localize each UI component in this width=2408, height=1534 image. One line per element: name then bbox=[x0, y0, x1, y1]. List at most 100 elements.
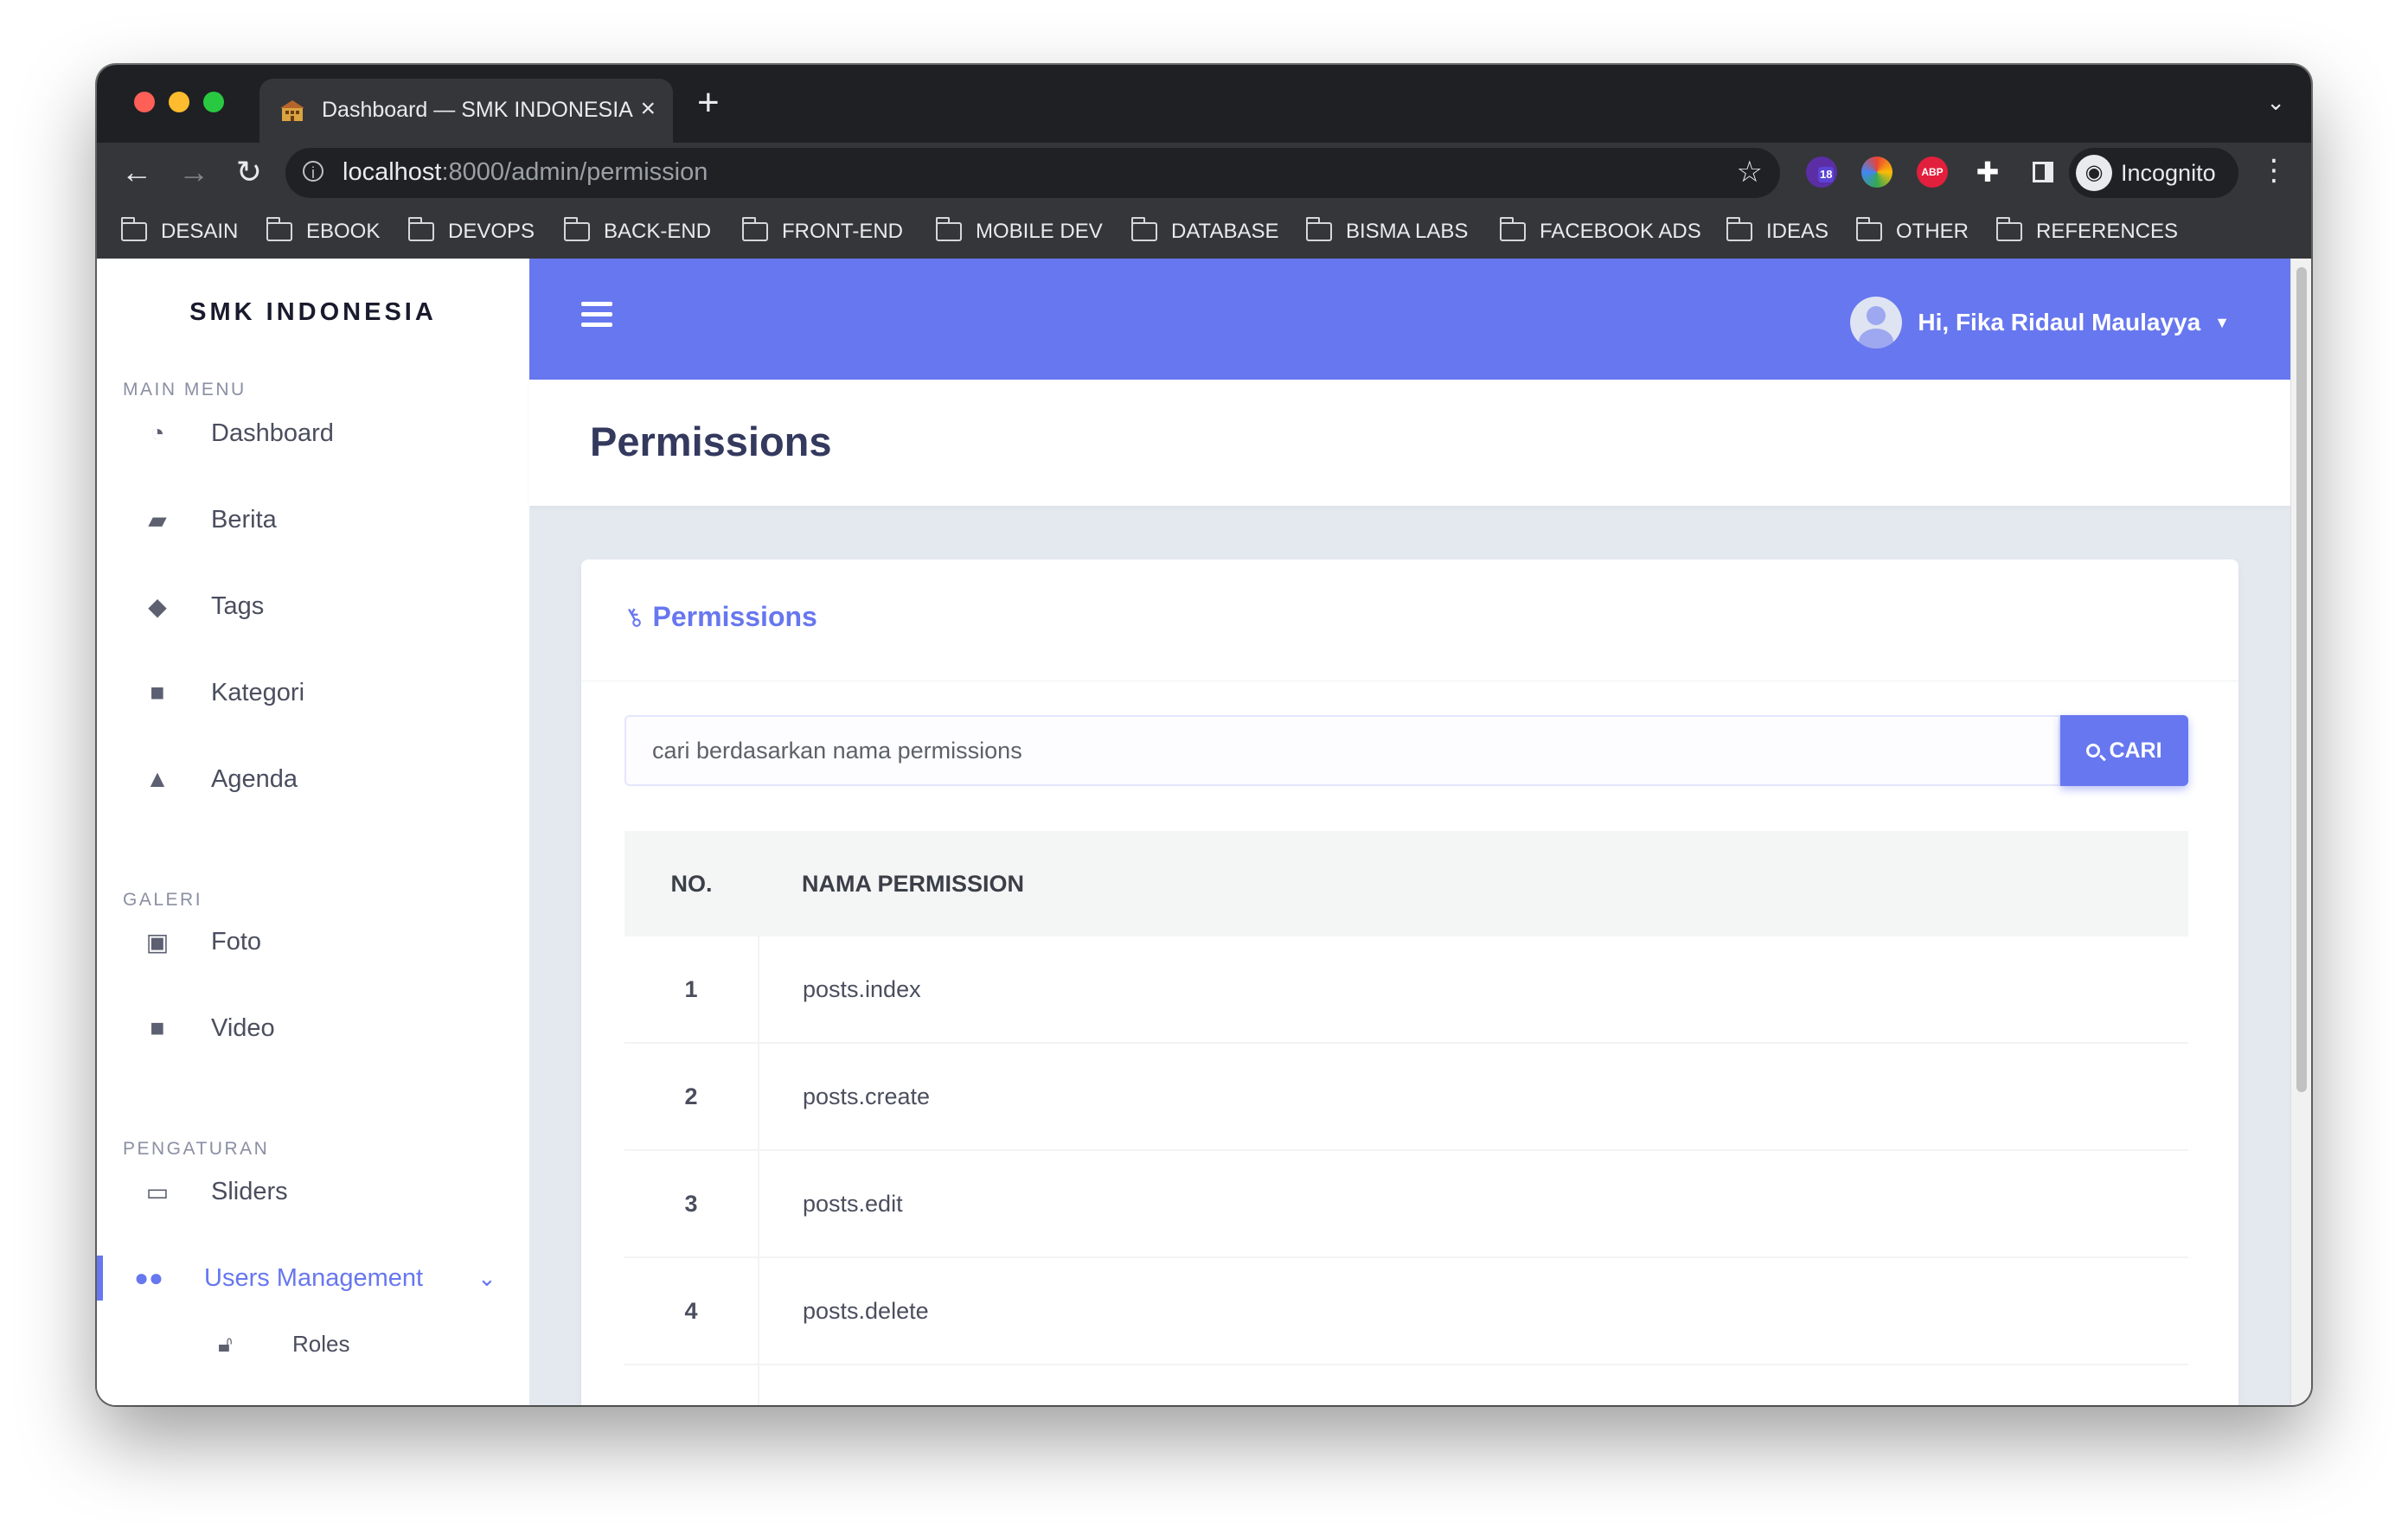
chevron-down-icon[interactable]: ⌄ bbox=[477, 1265, 496, 1292]
sidebar-item-foto[interactable]: ▣ Foto bbox=[97, 907, 529, 976]
tags-icon: ◆ bbox=[148, 592, 167, 620]
bookmark-folder[interactable]: MOBILE DEV bbox=[935, 217, 1103, 245]
url-text[interactable]: localhost:8000/admin/permission bbox=[343, 158, 708, 187]
folder-icon bbox=[741, 217, 768, 241]
bookmark-label: DESAIN bbox=[161, 220, 239, 243]
sidebar-item-label: Sliders bbox=[211, 1177, 288, 1205]
bookmark-folder[interactable]: OTHER bbox=[1855, 217, 1969, 245]
bookmark-folder[interactable]: BISMA LABS bbox=[1305, 217, 1469, 245]
sidebar-subitem-roles[interactable]: 🔓︎ Roles bbox=[97, 1320, 529, 1369]
adblock-plus-icon[interactable]: ABP bbox=[1917, 157, 1948, 188]
sidebar-item-tags[interactable]: ◆ Tags bbox=[97, 572, 529, 641]
active-indicator bbox=[97, 1256, 103, 1301]
section-label-main-menu: MAIN MENU bbox=[123, 380, 247, 399]
permissions-card: ⚷ Permissions CARI NO. NAMA PERMISSION bbox=[581, 559, 2238, 1405]
browser-titlebar: Dashboard — SMK INDONESIA × + ⌄ bbox=[97, 65, 2311, 143]
permissions-table: NO. NAMA PERMISSION 1 posts.index 2 post… bbox=[624, 831, 2188, 1405]
page-scrollbar[interactable] bbox=[2290, 259, 2311, 1405]
search-input[interactable] bbox=[624, 715, 2060, 786]
side-panel-icon[interactable] bbox=[2027, 157, 2059, 188]
folder-icon bbox=[1305, 217, 1332, 241]
top-navbar: Hi, Fika Ridaul Maulayya ▼ bbox=[529, 259, 2290, 380]
user-dropdown[interactable]: Hi, Fika Ridaul Maulayya ▼ bbox=[1850, 297, 2230, 348]
bookmark-label: OTHER bbox=[1896, 220, 1969, 243]
bookmark-folder[interactable]: DESAIN bbox=[120, 217, 239, 245]
bookmark-folder[interactable]: REFERENCES bbox=[1995, 217, 2178, 245]
sidebar-item-sliders[interactable]: ▭ Sliders bbox=[97, 1157, 529, 1226]
sidebar-item-kategori[interactable]: ■ Kategori bbox=[97, 658, 529, 727]
hamburger-menu-icon[interactable] bbox=[581, 302, 612, 333]
bookmark-folder[interactable]: EBOOK bbox=[266, 217, 380, 245]
sidebar-item-label: Dashboard bbox=[211, 419, 334, 447]
url-host: localhost bbox=[343, 158, 442, 186]
key-icon: ⚷ bbox=[618, 600, 648, 634]
page-title: Permissions bbox=[590, 419, 832, 464]
sidebar-item-label: Video bbox=[211, 1013, 275, 1042]
bookmark-label: BISMA LABS bbox=[1346, 220, 1469, 243]
card-title: ⚷ Permissions bbox=[619, 601, 817, 633]
sidebar-item-users-management[interactable]: ●● Users Management ⌄ bbox=[97, 1243, 529, 1313]
folder-icon bbox=[1855, 217, 1882, 241]
close-window-button[interactable] bbox=[134, 92, 155, 112]
sidebar-item-video[interactable]: ■ Video bbox=[97, 994, 529, 1063]
laptop-icon: ▭ bbox=[145, 1178, 170, 1205]
sidebar: SMK INDONESIA MAIN MENU ◔ Dashboard ▰ Be… bbox=[97, 259, 529, 1405]
folder-icon bbox=[563, 217, 590, 241]
sidebar-item-label: Foto bbox=[211, 927, 262, 956]
cell-no: 5 bbox=[624, 1365, 759, 1405]
column-header-no[interactable]: NO. bbox=[624, 831, 759, 936]
back-arrow-icon[interactable]: ← bbox=[118, 153, 156, 191]
browser-window: Dashboard — SMK INDONESIA × + ⌄ ← → ↻ i … bbox=[97, 65, 2311, 1405]
sidebar-item-agenda[interactable]: ▲ Agenda bbox=[97, 745, 529, 814]
page-viewport: SMK INDONESIA MAIN MENU ◔ Dashboard ▰ Be… bbox=[97, 259, 2290, 1405]
book-icon: ▰ bbox=[148, 506, 167, 534]
tab-search-chevron-icon[interactable]: ⌄ bbox=[2266, 89, 2285, 116]
scrollbar-thumb[interactable] bbox=[2296, 267, 2307, 1092]
bookmark-label: FRONT-END bbox=[782, 220, 903, 243]
cell-permission-name: posts.delete bbox=[759, 1257, 2188, 1365]
forward-arrow-icon[interactable]: → bbox=[175, 153, 213, 191]
address-bar[interactable]: i localhost:8000/admin/permission ☆ bbox=[285, 148, 1780, 198]
bookmark-star-icon[interactable]: ☆ bbox=[1737, 155, 1763, 189]
search-icon bbox=[2086, 744, 2101, 757]
bell-icon: ▲ bbox=[145, 765, 170, 792]
sidebar-item-dashboard[interactable]: ◔ Dashboard bbox=[97, 399, 529, 468]
browser-menu-kebab-icon[interactable]: ⋮ bbox=[2259, 153, 2289, 188]
site-info-icon[interactable]: i bbox=[303, 161, 323, 182]
bookmark-folder[interactable]: FACEBOOK ADS bbox=[1499, 217, 1701, 245]
sidebar-item-label: Tags bbox=[211, 591, 265, 620]
sidebar-brand[interactable]: SMK INDONESIA bbox=[97, 298, 529, 327]
browser-tab-active[interactable]: Dashboard — SMK INDONESIA × bbox=[259, 79, 673, 143]
tab-close-icon[interactable]: × bbox=[640, 94, 656, 124]
tab-title: Dashboard — SMK INDONESIA bbox=[322, 98, 633, 122]
minimize-window-button[interactable] bbox=[169, 92, 189, 112]
section-header: Permissions bbox=[529, 380, 2290, 506]
video-icon: ■ bbox=[150, 1014, 165, 1041]
extension-icon[interactable]: 18 bbox=[1806, 157, 1837, 188]
maximize-window-button[interactable] bbox=[203, 92, 224, 112]
bookmark-folder[interactable]: DEVOPS bbox=[407, 217, 535, 245]
bookmark-folder[interactable]: BACK-END bbox=[563, 217, 712, 245]
sidebar-item-berita[interactable]: ▰ Berita bbox=[97, 485, 529, 554]
bookmark-folder[interactable]: FRONT-END bbox=[741, 217, 903, 245]
bookmark-label: BACK-END bbox=[604, 220, 712, 243]
color-picker-extension-icon[interactable] bbox=[1861, 157, 1892, 188]
bookmark-label: FACEBOOK ADS bbox=[1540, 220, 1701, 243]
column-header-name[interactable]: NAMA PERMISSION bbox=[759, 831, 2188, 936]
bookmark-folder[interactable]: IDEAS bbox=[1726, 217, 1828, 245]
bookmark-label: DEVOPS bbox=[448, 220, 535, 243]
incognito-icon: ◉ bbox=[2076, 155, 2112, 191]
search-button-label: CARI bbox=[2109, 738, 2162, 763]
puzzle-extensions-icon[interactable]: ✚ bbox=[1972, 157, 2003, 188]
extension-badge: 18 bbox=[1818, 167, 1835, 182]
search-button[interactable]: CARI bbox=[2060, 715, 2188, 786]
bookmark-folder[interactable]: DATABASE bbox=[1130, 217, 1278, 245]
url-path: :8000/admin/permission bbox=[441, 158, 708, 186]
cell-permission-name: posts.edit bbox=[759, 1150, 2188, 1258]
folder-icon bbox=[1726, 217, 1752, 241]
reload-icon[interactable]: ↻ bbox=[230, 153, 268, 191]
sidebar-item-label: Berita bbox=[211, 505, 277, 534]
incognito-badge[interactable]: ◉ Incognito bbox=[2069, 148, 2238, 198]
card-title-text: Permissions bbox=[652, 601, 817, 632]
new-tab-plus-icon[interactable]: + bbox=[697, 84, 720, 122]
